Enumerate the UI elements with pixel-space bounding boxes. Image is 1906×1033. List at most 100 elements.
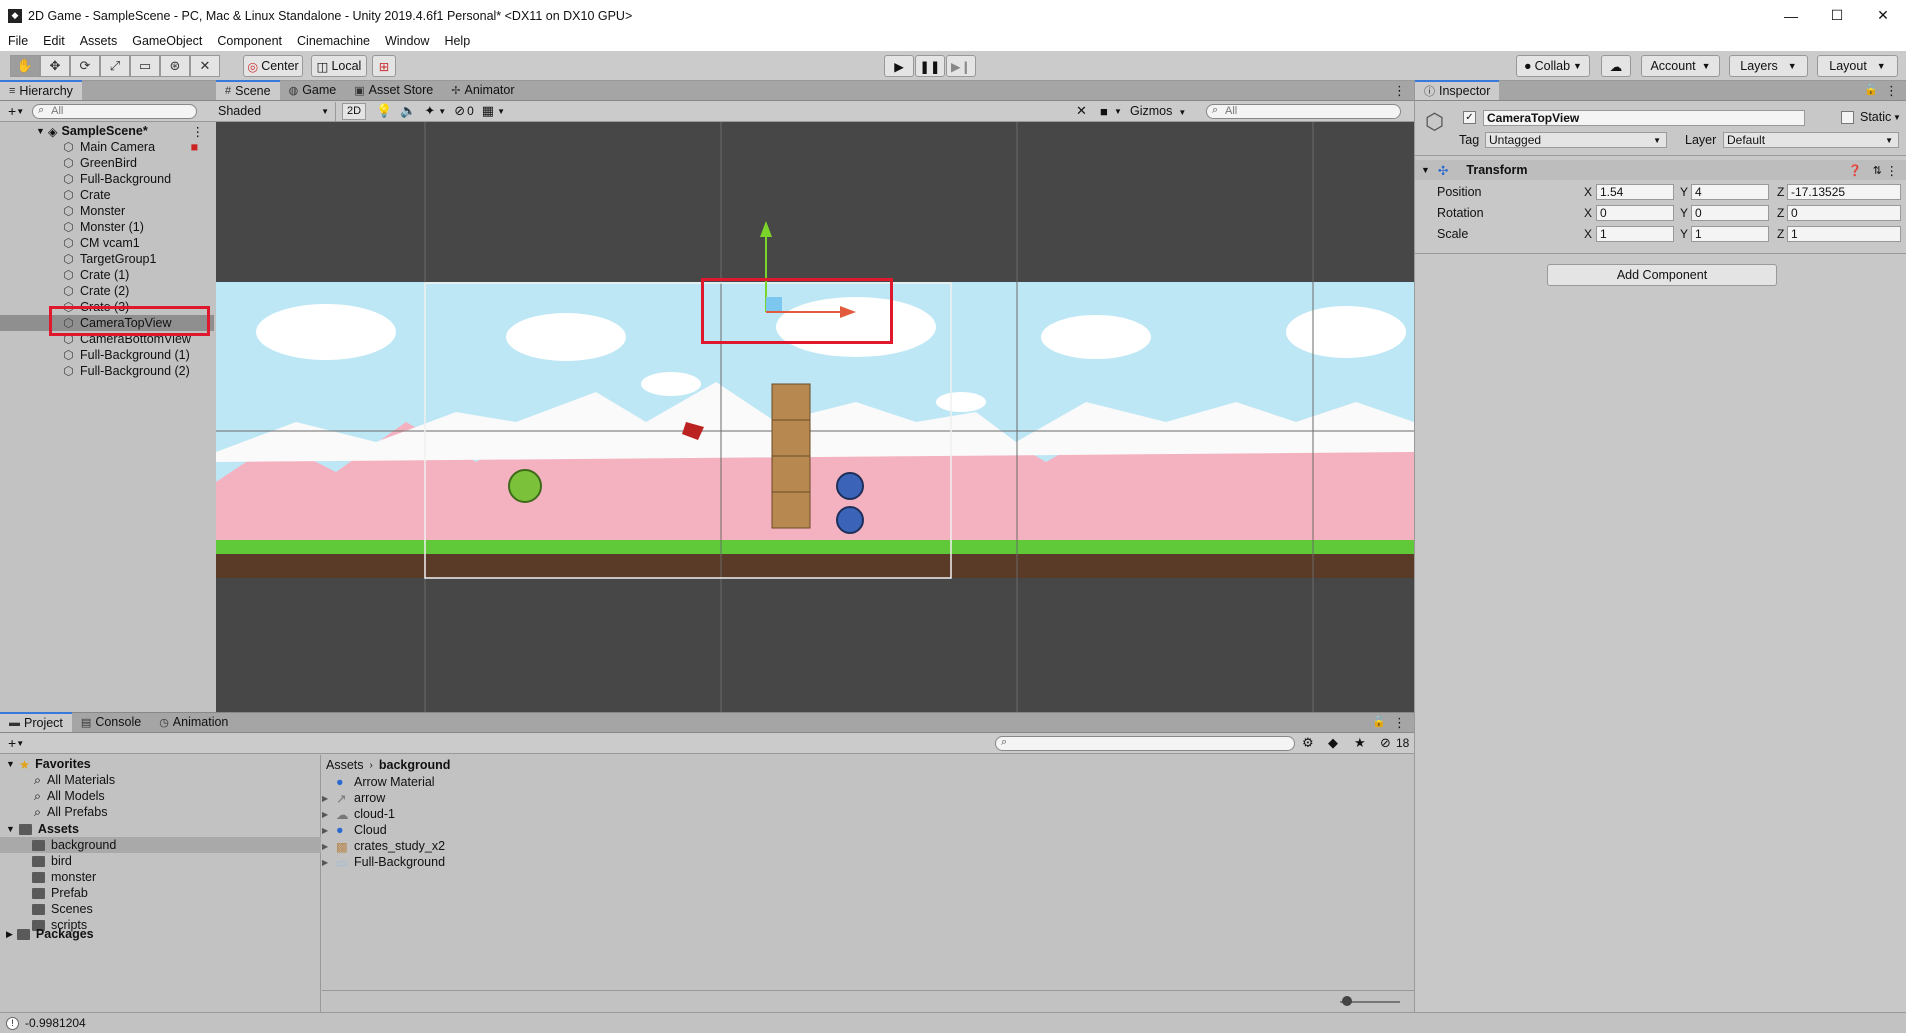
add-component-button[interactable]: Add Component xyxy=(1547,264,1777,286)
scale-tool-icon[interactable]: ⤢ xyxy=(100,55,130,77)
transform-z-input[interactable]: 0 xyxy=(1787,205,1901,221)
project-folder[interactable]: Prefab xyxy=(0,885,321,901)
tab-hierarchy[interactable]: ≡ Hierarchy xyxy=(0,80,82,100)
project-folder[interactable]: Scenes xyxy=(0,901,321,917)
hierarchy-item[interactable]: ⬡ Crate (1) xyxy=(0,267,214,283)
create-button[interactable]: + xyxy=(8,103,16,119)
more-options-icon[interactable]: ⋮ xyxy=(1393,715,1406,731)
pivot-center-button[interactable]: ◎ Center xyxy=(243,55,303,77)
transform-header[interactable]: ▼ ✣ Transform ❓ ⇅ ⋮ xyxy=(1415,160,1906,180)
collab-button[interactable]: ● Collab ▼ xyxy=(1516,55,1590,77)
hierarchy-item[interactable]: ⬡ TargetGroup1 xyxy=(0,251,214,267)
close-button[interactable]: ✕ xyxy=(1860,0,1906,31)
menu-file[interactable]: File xyxy=(8,34,28,48)
object-name-input[interactable]: CameraTopView xyxy=(1483,110,1805,126)
scene-search-input[interactable]: All xyxy=(1206,103,1401,119)
hierarchy-item[interactable]: ⬡ Monster (1) xyxy=(0,219,214,235)
asset-item[interactable]: ▶ ☁ cloud-1 xyxy=(322,806,395,822)
menu-assets[interactable]: Assets xyxy=(80,34,118,48)
hand-tool-icon[interactable]: ✋ xyxy=(10,55,40,77)
lock-icon[interactable]: 🔒 xyxy=(1372,715,1386,728)
filter-label-icon[interactable]: ◆ xyxy=(1328,735,1338,751)
menu-cinemachine[interactable]: Cinemachine xyxy=(297,34,370,48)
pivot-local-button[interactable]: ◫ Local xyxy=(311,55,367,77)
crate-stack[interactable] xyxy=(771,383,811,529)
menu-help[interactable]: Help xyxy=(444,34,470,48)
filter-type-icon[interactable]: ⚙ xyxy=(1302,735,1314,751)
breadcrumb-current[interactable]: background xyxy=(379,758,451,772)
active-checkbox[interactable]: ✓ xyxy=(1463,111,1476,124)
tools-icon[interactable]: ✕ xyxy=(1076,103,1087,119)
account-dropdown[interactable]: Account ▼ xyxy=(1641,55,1720,77)
lock-icon[interactable]: 🔒 xyxy=(1864,83,1878,96)
layers-dropdown[interactable]: Layers ▼ xyxy=(1729,55,1808,77)
layout-dropdown[interactable]: Layout ▼ xyxy=(1817,55,1898,77)
pause-button[interactable]: ❚❚ xyxy=(915,55,945,77)
tab-game[interactable]: ◍ Game xyxy=(280,80,346,100)
project-folder[interactable]: bird xyxy=(0,853,321,869)
tag-dropdown[interactable]: Untagged ▼ xyxy=(1485,132,1667,148)
hidden-packages-icon[interactable]: ⊘ xyxy=(1380,735,1391,751)
step-button[interactable]: ▶❙ xyxy=(946,55,976,77)
grid-snap-icon[interactable]: ▦ xyxy=(482,103,494,119)
hierarchy-item[interactable]: ⬡ Full-Background xyxy=(0,171,214,187)
audio-icon[interactable]: 🔈 xyxy=(400,103,416,119)
tab-scene[interactable]: # Scene xyxy=(216,80,280,100)
snap-button[interactable]: ⊞ xyxy=(372,55,396,77)
play-button[interactable]: ▶ xyxy=(884,55,914,77)
hierarchy-item[interactable]: ⬡ GreenBird xyxy=(0,155,214,171)
menu-edit[interactable]: Edit xyxy=(43,34,65,48)
layer-dropdown[interactable]: Default ▼ xyxy=(1723,132,1899,148)
hierarchy-search-input[interactable]: All xyxy=(32,103,198,119)
asset-item[interactable]: ▶ ▭ Full-Background xyxy=(322,854,445,870)
more-options-icon[interactable]: ⋮ xyxy=(1393,83,1406,99)
tab-console[interactable]: ▤ Console xyxy=(72,712,150,732)
rect-tool-icon[interactable]: ▭ xyxy=(130,55,160,77)
monster-1[interactable] xyxy=(836,506,864,534)
tab-animator[interactable]: ✢ Animator xyxy=(442,80,523,100)
hierarchy-item[interactable]: ⬡ Main Camera ■ xyxy=(0,139,214,155)
assets-section[interactable]: ▼ Assets xyxy=(6,821,79,837)
project-search-input[interactable] xyxy=(995,735,1295,751)
maximize-button[interactable]: ☐ xyxy=(1814,0,1860,31)
hierarchy-item[interactable]: ⬡ CM vcam1 xyxy=(0,235,214,251)
hierarchy-item[interactable]: ⬡ Crate xyxy=(0,187,214,203)
scene-viewport[interactable] xyxy=(216,122,1414,712)
lighting-icon[interactable]: 💡 xyxy=(376,103,392,119)
packages-section[interactable]: ▶ Packages xyxy=(6,926,94,942)
camera-icon[interactable]: ■ xyxy=(1100,104,1108,119)
custom-tool-icon[interactable]: ✕ xyxy=(190,55,220,77)
favorite-star-icon[interactable]: ★ xyxy=(1354,735,1366,751)
favorite-item[interactable]: ⌕ All Prefabs xyxy=(34,804,107,820)
more-options-icon[interactable]: ⋮ xyxy=(192,124,205,139)
asset-item[interactable]: ▶ ▩ crates_study_x2 xyxy=(322,838,445,854)
create-button[interactable]: + xyxy=(8,735,16,751)
more-options-icon[interactable]: ⋮ xyxy=(1885,83,1898,99)
menu-component[interactable]: Component xyxy=(217,34,282,48)
project-folder[interactable]: background xyxy=(0,837,321,853)
shading-dropdown[interactable]: Shaded ▼ xyxy=(218,101,336,121)
gizmos-dropdown[interactable]: Gizmos ▼ xyxy=(1130,104,1186,118)
transform-x-input[interactable]: 1.54 xyxy=(1596,184,1674,200)
monster[interactable] xyxy=(836,472,864,500)
asset-item[interactable]: ▶ ● Cloud xyxy=(322,822,387,838)
project-folder[interactable]: monster xyxy=(0,869,321,885)
transform-y-input[interactable]: 0 xyxy=(1691,205,1769,221)
tab-asset-store[interactable]: ▣ Asset Store xyxy=(345,80,442,100)
hierarchy-item[interactable]: ⬡ Crate (2) xyxy=(0,283,214,299)
transform-y-input[interactable]: 1 xyxy=(1691,226,1769,242)
hierarchy-item[interactable]: ⬡ Full-Background (1) xyxy=(0,347,214,363)
help-icon[interactable]: ❓ xyxy=(1848,164,1862,177)
scene-root[interactable]: ▼ ◈ SampleScene* ⋮ xyxy=(0,123,214,139)
cloud-button[interactable]: ☁ xyxy=(1601,55,1631,77)
hidden-objects-icon[interactable]: ⊘ xyxy=(454,103,465,119)
presets-icon[interactable]: ⇅ xyxy=(1873,164,1882,177)
transform-x-input[interactable]: 0 xyxy=(1596,205,1674,221)
hierarchy-item[interactable]: ⬡ Monster xyxy=(0,203,214,219)
transform-x-input[interactable]: 1 xyxy=(1596,226,1674,242)
tab-project[interactable]: ▬ Project xyxy=(0,712,72,732)
favorite-item[interactable]: ⌕ All Materials xyxy=(34,772,115,788)
tab-animation[interactable]: ◷ Animation xyxy=(150,712,237,732)
favorites-section[interactable]: ▼ ★ Favorites xyxy=(6,756,91,772)
effects-icon[interactable]: ✦ xyxy=(424,103,435,119)
